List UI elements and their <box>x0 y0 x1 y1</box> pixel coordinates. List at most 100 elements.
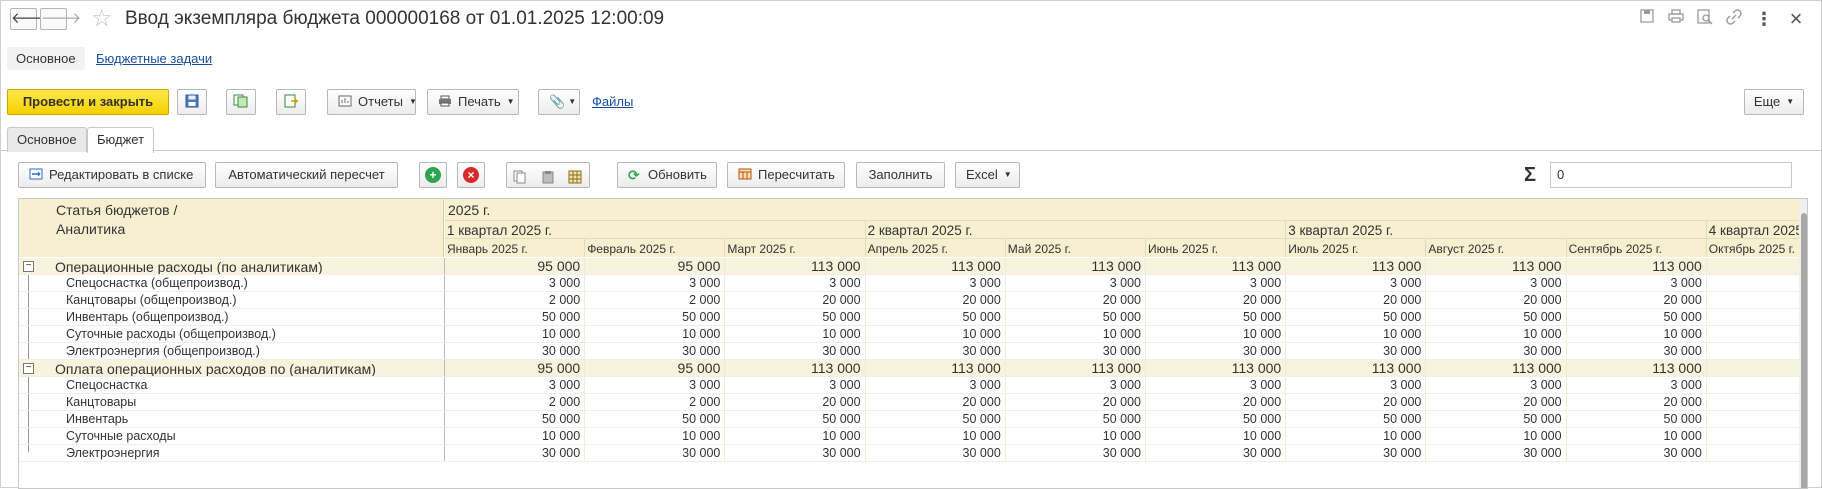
print-menu-button[interactable]: Печать ▼ <box>427 89 519 115</box>
value-cell[interactable] <box>1707 445 1799 461</box>
month-header[interactable]: Июль 2025 г. <box>1286 239 1427 257</box>
section-main[interactable]: Основное <box>7 47 85 70</box>
value-cell[interactable] <box>1707 394 1799 410</box>
value-cell[interactable]: 10 000 <box>725 326 866 342</box>
value-cell[interactable] <box>1707 377 1799 393</box>
value-cell[interactable]: 10 000 <box>1006 428 1146 444</box>
vertical-scrollbar[interactable] <box>1799 199 1807 488</box>
value-cell[interactable]: 30 000 <box>1286 445 1427 461</box>
value-cell[interactable]: 3 000 <box>445 275 586 291</box>
value-cell[interactable]: 10 000 <box>866 428 1006 444</box>
value-cell[interactable] <box>1707 275 1799 291</box>
month-header[interactable]: Март 2025 г. <box>725 239 866 257</box>
value-cell[interactable]: 30 000 <box>1567 445 1707 461</box>
value-cell[interactable]: 3 000 <box>725 377 866 393</box>
month-header[interactable]: Июнь 2025 г. <box>1146 239 1287 257</box>
value-cell[interactable]: 50 000 <box>866 309 1006 325</box>
table-row[interactable]: Суточные расходы (общепроизвод.) 10 000 10… <box>19 326 1799 343</box>
link-icon[interactable] <box>1724 9 1744 29</box>
value-cell[interactable]: 3 000 <box>1426 377 1567 393</box>
value-cell[interactable]: 10 000 <box>1567 326 1707 342</box>
month-header[interactable]: Август 2025 г. <box>1426 239 1567 257</box>
value-cell[interactable]: 113 000 <box>1567 360 1707 376</box>
value-cell[interactable]: 20 000 <box>866 292 1006 308</box>
auto-recalc-button[interactable]: Автоматический пересчет <box>215 162 398 188</box>
value-cell[interactable]: 3 000 <box>1146 275 1287 291</box>
table-row[interactable]: Спецоснастка 3 000 3 000 3 000 3 000 3 000 3 0… <box>19 377 1799 394</box>
value-cell[interactable]: 30 000 <box>445 445 586 461</box>
value-cell[interactable]: 113 000 <box>1146 258 1287 274</box>
value-cell[interactable]: 30 000 <box>585 343 726 359</box>
attach-menu-button[interactable]: 📎 ▼ <box>538 89 580 115</box>
value-cell[interactable] <box>1707 343 1799 359</box>
value-cell[interactable] <box>1707 411 1799 427</box>
value-cell[interactable]: 2 000 <box>445 394 586 410</box>
table-group-row[interactable]: − Оплата операционных расходов по (аналит… <box>19 360 1799 377</box>
value-cell[interactable]: 30 000 <box>1426 445 1567 461</box>
value-cell[interactable]: 50 000 <box>1286 411 1427 427</box>
more-menu-button[interactable]: Еще ▼ <box>1744 89 1804 115</box>
value-cell[interactable]: 30 000 <box>1146 343 1287 359</box>
value-cell[interactable]: 50 000 <box>1567 411 1707 427</box>
value-cell[interactable] <box>1707 309 1799 325</box>
value-cell[interactable]: 20 000 <box>1286 394 1427 410</box>
value-cell[interactable]: 50 000 <box>1006 309 1146 325</box>
table-row[interactable]: Электроэнергия 30 000 30 000 30 000 30 000 30… <box>19 445 1799 462</box>
value-cell[interactable]: 3 000 <box>1567 275 1707 291</box>
month-header[interactable]: Сентябрь 2025 г. <box>1566 239 1707 257</box>
value-cell[interactable]: 10 000 <box>585 326 726 342</box>
copy-icon[interactable] <box>513 168 527 192</box>
month-header[interactable]: Октябрь 2025 г. <box>1706 239 1807 257</box>
month-header[interactable]: Апрель 2025 г. <box>865 239 1006 257</box>
value-cell[interactable]: 3 000 <box>1426 275 1567 291</box>
section-budget-tasks-link[interactable]: Бюджетные задачи <box>96 51 212 66</box>
table-icon[interactable] <box>568 168 582 192</box>
value-cell[interactable]: 113 000 <box>866 360 1006 376</box>
value-cell[interactable]: 20 000 <box>1426 292 1567 308</box>
copy-document-button[interactable] <box>226 89 256 115</box>
value-cell[interactable]: 50 000 <box>1006 411 1146 427</box>
reports-menu-button[interactable]: Отчеты ▼ <box>327 89 417 115</box>
sum-field[interactable]: 0 <box>1550 162 1792 188</box>
value-cell[interactable]: 50 000 <box>1567 309 1707 325</box>
value-cell[interactable]: 30 000 <box>1286 343 1427 359</box>
value-cell[interactable]: 20 000 <box>1006 292 1146 308</box>
value-cell[interactable]: 113 000 <box>1006 360 1146 376</box>
value-cell[interactable]: 3 000 <box>1146 377 1287 393</box>
generate-document-button[interactable] <box>276 89 306 115</box>
tab-budget[interactable]: Бюджет <box>87 127 155 153</box>
month-header[interactable]: Январь 2025 г. <box>445 239 586 257</box>
value-cell[interactable]: 10 000 <box>1286 428 1427 444</box>
value-cell[interactable]: 30 000 <box>585 445 726 461</box>
magnifier-icon[interactable] <box>1695 9 1715 29</box>
value-cell[interactable]: 20 000 <box>1567 394 1707 410</box>
floppy-disk-icon[interactable] <box>1637 9 1657 29</box>
save-button[interactable] <box>177 89 207 115</box>
collapse-toggle-icon[interactable]: − <box>23 363 34 374</box>
table-row[interactable]: Суточные расходы 10 000 10 000 10 000 10 000… <box>19 428 1799 445</box>
more-icon[interactable]: ⋮ <box>1754 9 1774 29</box>
post-and-close-button[interactable]: Провести и закрыть <box>7 89 169 115</box>
value-cell[interactable]: 20 000 <box>725 394 866 410</box>
value-cell[interactable]: 50 000 <box>1426 411 1567 427</box>
value-cell[interactable]: 10 000 <box>1286 326 1427 342</box>
value-cell[interactable]: 30 000 <box>445 343 586 359</box>
value-cell[interactable]: 30 000 <box>1426 343 1567 359</box>
table-row[interactable]: Канцтовары (общепроизвод.) 2 000 2 000 20 0… <box>19 292 1799 309</box>
value-cell[interactable]: 113 000 <box>1286 258 1427 274</box>
value-cell[interactable]: 10 000 <box>1567 428 1707 444</box>
budget-grid[interactable]: Статья бюджетов / Аналитика 2025 г. 1 кв… <box>18 198 1808 489</box>
value-cell[interactable]: 10 000 <box>1146 326 1287 342</box>
value-cell[interactable]: 50 000 <box>725 309 866 325</box>
files-link[interactable]: Файлы <box>592 94 633 109</box>
value-cell[interactable]: 30 000 <box>866 445 1006 461</box>
value-cell[interactable]: 50 000 <box>1146 411 1287 427</box>
quarter-header[interactable]: 4 квартал 2025 г. <box>1706 221 1807 239</box>
value-cell[interactable]: 50 000 <box>725 411 866 427</box>
value-cell[interactable]: 30 000 <box>725 343 866 359</box>
value-cell[interactable]: 3 000 <box>866 377 1006 393</box>
print-icon[interactable] <box>1666 9 1686 29</box>
value-cell[interactable]: 50 000 <box>1146 309 1287 325</box>
value-cell[interactable]: 113 000 <box>1006 258 1146 274</box>
year-header[interactable]: 2025 г. <box>445 199 1799 221</box>
